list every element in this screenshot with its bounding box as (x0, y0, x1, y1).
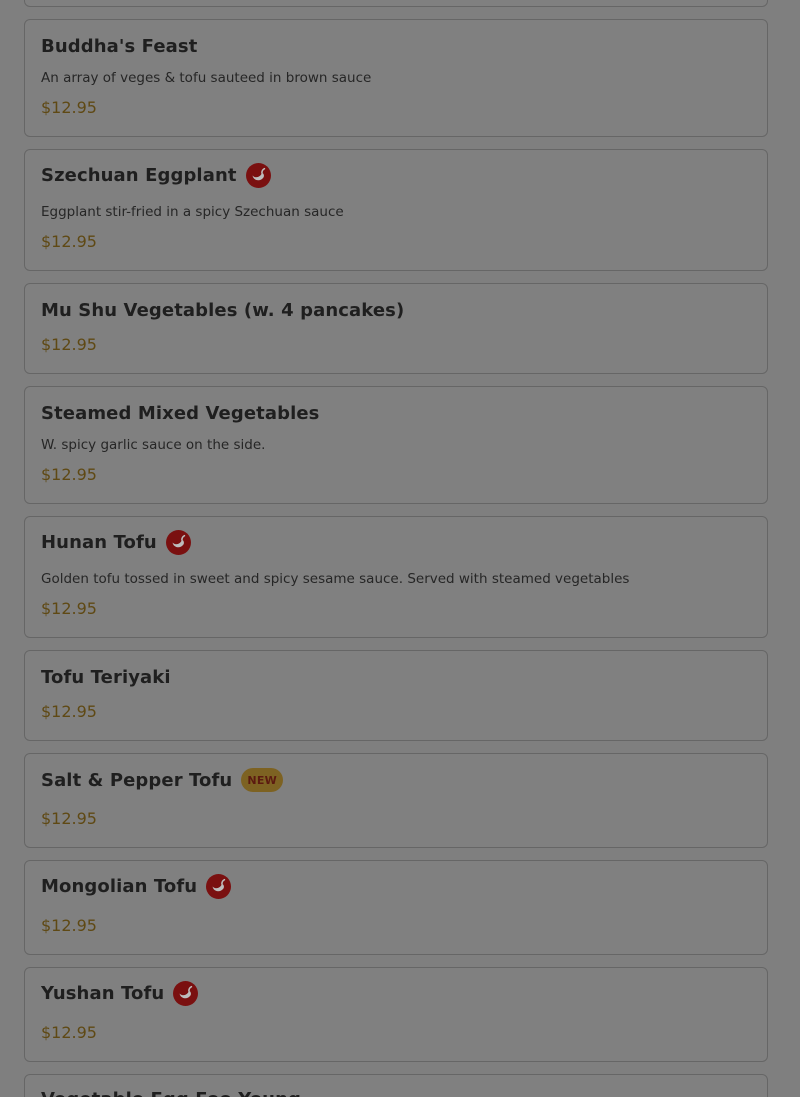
menu-item-card[interactable]: Buddha's Feast An array of veges & tofu … (24, 19, 768, 137)
menu-item-card[interactable]: Mu Shu Vegetables (w. 4 pancakes) $12.95 (24, 283, 768, 374)
menu-item-card[interactable]: Tofu Teriyaki $12.95 (24, 650, 768, 741)
menu-item-title: Szechuan Eggplant (41, 165, 237, 186)
menu-item-card[interactable]: Steamed Mixed Vegetables W. spicy garlic… (24, 386, 768, 504)
menu-item-description: An array of veges & tofu sauteed in brow… (41, 70, 372, 86)
menu-item-card[interactable]: Szechuan Eggplant Eggplant stir-fried in… (24, 149, 768, 271)
menu-item-price: $12.95 (41, 599, 97, 618)
menu-item-price: $12.95 (41, 232, 97, 251)
menu-item-price: $12.95 (41, 916, 97, 935)
menu-page: Buddha's Feast An array of veges & tofu … (0, 0, 800, 1097)
menu-item-title: Vegetable Egg Foo Young (41, 1089, 301, 1097)
chili-pepper-icon (245, 163, 271, 188)
menu-item-card[interactable]: Mongolian Tofu $12.95 (24, 860, 768, 955)
menu-item-card[interactable]: Hunan Tofu Golden tofu tossed in sweet a… (24, 516, 768, 638)
menu-item-card-partial-top[interactable] (24, 0, 768, 7)
menu-item-price: $12.95 (41, 465, 97, 484)
menu-item-title: Salt & Pepper Tofu (41, 769, 233, 791)
menu-item-title: Yushan Tofu (41, 983, 165, 1004)
chili-pepper-icon (165, 530, 191, 555)
menu-item-card[interactable]: Salt & Pepper Tofu NEW $12.95 (24, 753, 768, 848)
menu-item-title: Tofu Teriyaki (41, 667, 171, 688)
menu-item-description: W. spicy garlic sauce on the side. (41, 437, 266, 453)
chili-pepper-icon (173, 981, 199, 1006)
menu-item-price: $12.95 (41, 335, 97, 354)
menu-item-title: Mongolian Tofu (41, 876, 198, 897)
menu-item-description: Eggplant stir-fried in a spicy Szechuan … (41, 204, 344, 220)
new-badge: NEW (241, 768, 284, 792)
menu-item-title: Steamed Mixed Vegetables (41, 403, 320, 424)
menu-item-price: $12.95 (41, 809, 97, 828)
menu-item-price: $12.95 (41, 98, 97, 117)
menu-item-card-partial-bottom[interactable]: Vegetable Egg Foo Young (24, 1074, 768, 1097)
menu-item-title: Hunan Tofu (41, 532, 157, 553)
menu-item-title: Mu Shu Vegetables (w. 4 pancakes) (41, 300, 405, 321)
menu-item-price: $12.95 (41, 702, 97, 721)
menu-item-description: Golden tofu tossed in sweet and spicy se… (41, 571, 630, 587)
menu-item-card[interactable]: Yushan Tofu $12.95 (24, 967, 768, 1062)
menu-item-title: Buddha's Feast (41, 36, 198, 57)
chili-pepper-icon (206, 874, 232, 899)
menu-item-price: $12.95 (41, 1023, 97, 1042)
